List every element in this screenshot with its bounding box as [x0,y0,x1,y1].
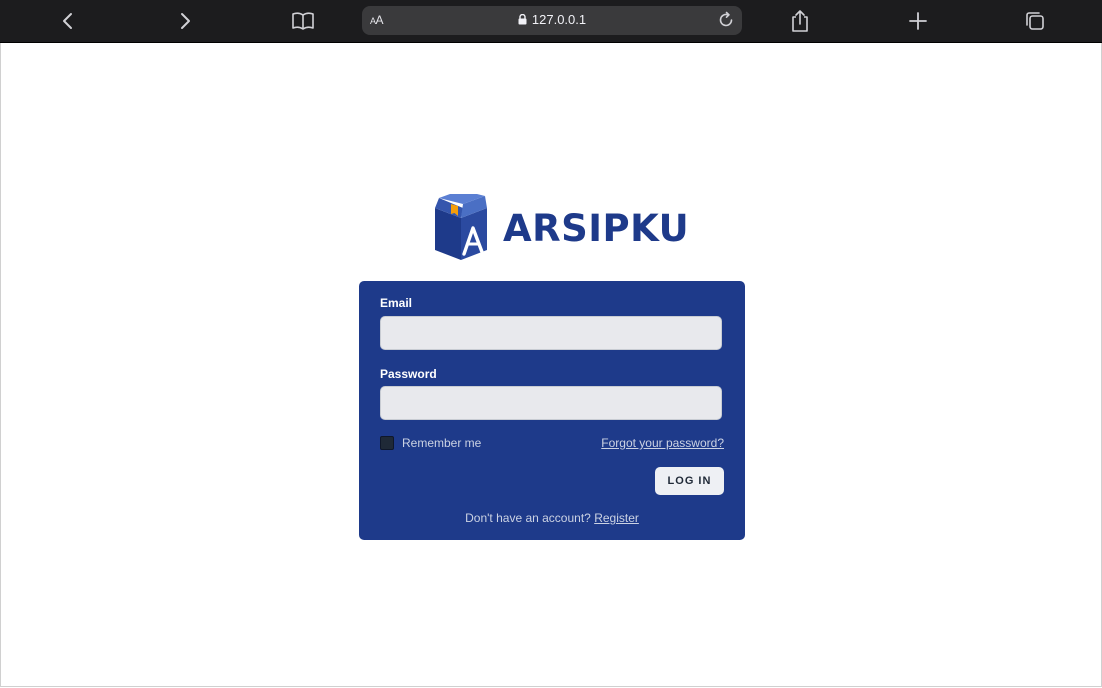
book-icon [292,12,314,30]
remember-me[interactable]: Remember me [380,436,481,450]
login-button[interactable]: LOG IN [655,467,724,495]
reload-icon [719,11,733,27]
register-prompt: Don't have an account? Register [359,511,745,525]
password-field[interactable] [380,386,722,420]
url-host-text: 127.0.0.1 [531,12,587,27]
chevron-right-icon [181,13,190,29]
tabs-overview-button[interactable] [1020,6,1050,36]
register-prompt-text: Don't have an account? [465,511,591,525]
login-card: Email Password Remember me Forgot your p… [359,281,745,540]
chevron-left-icon [63,13,72,29]
register-link[interactable]: Register [594,511,639,525]
back-button[interactable] [53,6,83,36]
remember-checkbox[interactable] [380,436,394,450]
brand-logo: ARSIPKU [431,193,689,263]
archive-box-logo-icon [435,194,487,260]
url-host: 127.0.0.1 [362,12,742,27]
email-field[interactable] [380,316,722,350]
plus-icon [909,12,927,30]
brand-name: ARSIPKU [503,206,690,250]
forward-button[interactable] [170,6,200,36]
password-label: Password [380,367,437,381]
forgot-password-link[interactable]: Forgot your password? [601,436,724,450]
share-button[interactable] [785,6,815,36]
lock-icon [518,14,527,25]
browser-toolbar: AAAA 127.0.0.1 [0,0,1102,43]
new-tab-button[interactable] [903,6,933,36]
page-viewport: ARSIPKU Email Password Remember me Forgo… [0,43,1102,687]
email-label: Email [380,296,413,310]
remember-label: Remember me [402,436,482,450]
tabs-icon [1026,12,1044,30]
share-icon [792,10,808,32]
bookmarks-button[interactable] [288,6,318,36]
address-bar[interactable]: AAAA 127.0.0.1 [362,6,742,35]
reload-button[interactable] [717,11,735,34]
